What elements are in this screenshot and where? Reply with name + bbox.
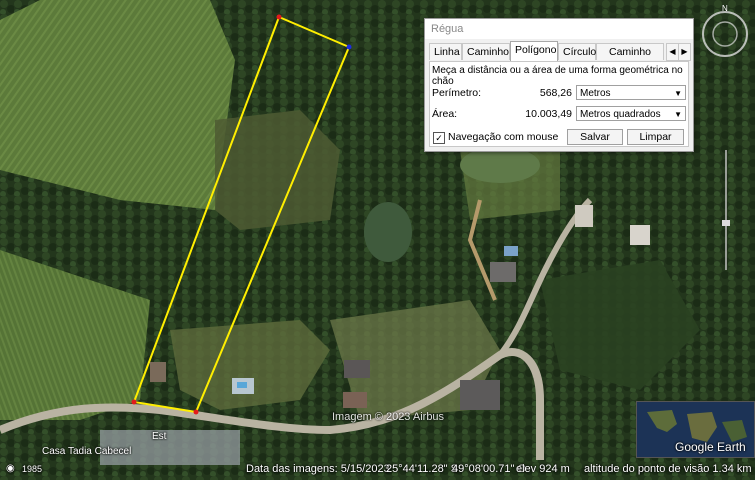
imagery-year[interactable]: 1985 bbox=[22, 464, 42, 474]
compass-navigation-control[interactable]: N bbox=[699, 4, 751, 64]
tab-scroll-right-icon[interactable]: ▶ bbox=[678, 43, 691, 61]
longitude: 49°08'00.71" O bbox=[452, 463, 527, 475]
area-unit-value: Metros quadrados bbox=[580, 109, 661, 120]
zoom-thumb[interactable] bbox=[722, 220, 730, 226]
latitude: 25°44'11.28" S bbox=[386, 463, 458, 475]
save-button[interactable]: Salvar bbox=[567, 129, 623, 145]
area-unit-select[interactable]: Metros quadrados ▼ bbox=[576, 106, 686, 121]
ruler-dialog[interactable]: Régua Linha Caminho Polígono Círculo Cam… bbox=[424, 18, 694, 152]
area-label: Área: bbox=[432, 108, 458, 120]
road-label: Est bbox=[152, 431, 167, 442]
copyright-label: Imagem © 2023 Airbus bbox=[332, 411, 445, 423]
tab-line[interactable]: Linha bbox=[429, 43, 462, 60]
perimeter-value: 568,26 bbox=[539, 87, 572, 99]
imagery-date: Data das imagens: 5/15/2023 bbox=[246, 463, 390, 475]
zoom-slider[interactable] bbox=[720, 150, 732, 270]
area-value: 10.003,49 bbox=[525, 108, 572, 120]
mouse-navigation-label: Navegação com mouse bbox=[448, 131, 559, 143]
ruler-title: Régua bbox=[425, 19, 693, 39]
mouse-navigation-checkbox[interactable]: ✓ bbox=[433, 132, 445, 144]
tab-polygon[interactable]: Polígono bbox=[510, 41, 558, 61]
ruler-content: Meça a distância ou a área de uma forma … bbox=[429, 61, 689, 147]
tab-path[interactable]: Caminho bbox=[462, 43, 510, 60]
tab-circle[interactable]: Círculo bbox=[558, 43, 596, 60]
chevron-down-icon: ▼ bbox=[674, 89, 682, 98]
overview-map[interactable]: Google Earth bbox=[636, 401, 755, 458]
place-label[interactable]: Casa Tadia Cabecel bbox=[42, 446, 131, 457]
perimeter-unit-select[interactable]: Metros ▼ bbox=[576, 85, 686, 100]
eye-altitude: altitude do ponto de visão 1.34 km bbox=[584, 463, 752, 475]
google-earth-logo: Google Earth bbox=[675, 440, 746, 454]
status-bar: ◉ 1985 Data das imagens: 5/15/2023 25°44… bbox=[0, 461, 755, 480]
perimeter-unit-value: Metros bbox=[580, 88, 611, 99]
north-icon: N bbox=[722, 4, 728, 13]
ruler-tabs: Linha Caminho Polígono Círculo Caminho e… bbox=[429, 41, 691, 75]
tab-3d-path[interactable]: Caminho em 3D bbox=[596, 43, 664, 75]
clear-button[interactable]: Limpar bbox=[627, 129, 684, 145]
ruler-description: Meça a distância ou a área de uma forma … bbox=[432, 65, 683, 87]
perimeter-label: Perímetro: bbox=[432, 87, 482, 99]
elevation: elev 924 m bbox=[516, 463, 570, 475]
chevron-down-icon: ▼ bbox=[674, 110, 682, 119]
historical-imagery-icon[interactable]: ◉ bbox=[6, 463, 15, 474]
